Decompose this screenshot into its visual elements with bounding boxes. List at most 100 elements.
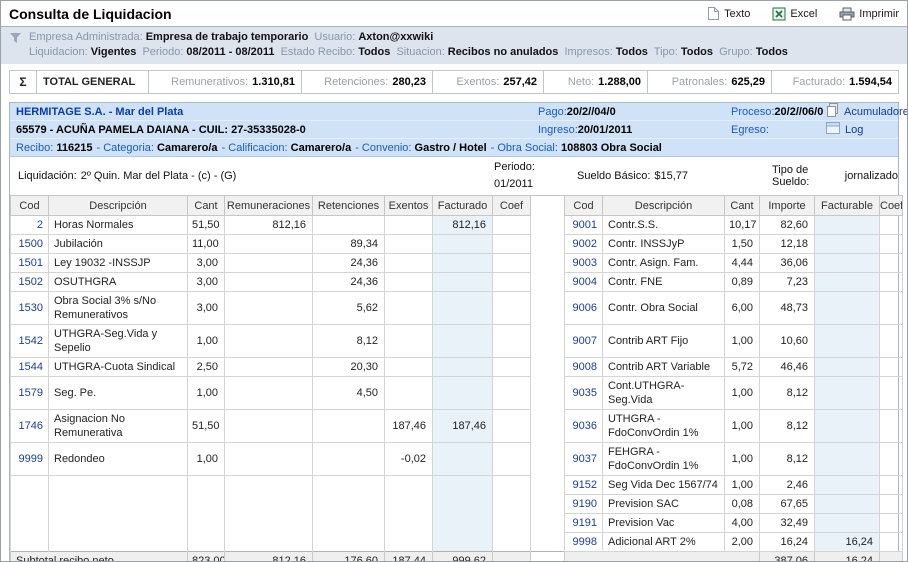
- table-row: 1542UTHGRA-Seg.Vida y Sepelio1,008,12900…: [11, 325, 903, 358]
- consulta-liquidacion-window: Consulta de Liquidacion Texto Excel Impr…: [0, 0, 908, 562]
- cell-desc: UTHGRA-Cuota Sindical: [49, 358, 188, 377]
- periodo-field: Periodo:01/2011: [494, 157, 535, 195]
- subtotal-remuneraciones: 812,16: [225, 552, 313, 562]
- cell-fact: [433, 292, 493, 325]
- filter-value: Empresa de trabajo temporario: [146, 31, 309, 43]
- cell-cant: 3,00: [188, 273, 225, 292]
- cell-desc: Ley 19032 -INSSJP: [49, 254, 188, 273]
- subtotal-exentos: 187,44: [385, 552, 433, 562]
- cell-fac: 16,24: [815, 533, 880, 552]
- cell-desc: Contrib ART Variable: [603, 358, 725, 377]
- cell-coef: [880, 358, 903, 377]
- cell-coef: [493, 476, 531, 495]
- cell-fac: [815, 476, 880, 495]
- cell-fac: [815, 254, 880, 273]
- pago-field: Pago:20/2//04/0: [538, 106, 731, 118]
- cell-fac: [815, 273, 880, 292]
- cell-cant: 11,00: [188, 235, 225, 254]
- table-row: 2Horas Normales51,50812,16812,169001Cont…: [11, 216, 903, 235]
- cell-desc: Seg. Pe.: [49, 377, 188, 410]
- cell-fac: [815, 325, 880, 358]
- col-header-retenciones: Retenciones: [313, 196, 385, 216]
- cell-imp: 32,49: [760, 514, 815, 533]
- sigma-icon: Σ: [10, 71, 37, 93]
- cell-remun: [225, 476, 313, 495]
- table-gap: [531, 533, 565, 552]
- table-row: 1746Asignacion No Remunerativa51,50187,4…: [11, 410, 903, 443]
- proceso-field: Proceso:20/2//06/0: [731, 106, 826, 118]
- cell-coef: [493, 410, 531, 443]
- cell-desc: FEHGRA - FdoConvOrdin 1%: [603, 443, 725, 476]
- cell-cant: [188, 533, 225, 552]
- cell-imp: 16,24: [760, 533, 815, 552]
- log-window-icon: [826, 122, 840, 137]
- cell-remun: [225, 325, 313, 358]
- cell-coef: [880, 443, 903, 476]
- total-exentos: Exentos:257,42: [433, 71, 544, 93]
- cell-reten: [313, 443, 385, 476]
- cell-cod: 1542: [11, 325, 49, 358]
- log-button[interactable]: Log: [826, 122, 863, 137]
- cell-cod: 9037: [565, 443, 603, 476]
- cell-cod: 9152: [565, 476, 603, 495]
- cell-coef: [493, 235, 531, 254]
- liquidation-name: Liquidación:2º Quin. Mar del Plata - (c)…: [18, 157, 236, 195]
- printer-icon: [839, 7, 855, 21]
- table-row: 9191Prevision Vac4,0032,49: [11, 514, 903, 533]
- cell-coef: [880, 495, 903, 514]
- filter-value: 08/2011 - 08/2011: [186, 46, 274, 58]
- cell-cant: 0,89: [725, 273, 760, 292]
- cell-coef: [493, 377, 531, 410]
- ingreso-field: Ingreso:20/01/2011: [538, 124, 731, 136]
- cell-remun: [225, 514, 313, 533]
- imprimir-button[interactable]: Imprimir: [839, 7, 899, 21]
- subtotal-retenciones: 176,60: [313, 552, 385, 562]
- cell-coef: [880, 410, 903, 443]
- cell-coef: [880, 514, 903, 533]
- cell-desc: Jubilación: [49, 235, 188, 254]
- cell-cod: 9036: [565, 410, 603, 443]
- filter-value: Todos: [616, 46, 648, 58]
- cell-imp: 48,73: [760, 292, 815, 325]
- total-retenciones: Retenciones:280,23: [302, 71, 433, 93]
- cell-fact: [433, 325, 493, 358]
- cell-coef: [493, 273, 531, 292]
- cell-fac: [815, 495, 880, 514]
- cell-cod: 1579: [11, 377, 49, 410]
- cell-cod: 9999: [11, 443, 49, 476]
- table-gap: [531, 325, 565, 358]
- log-label: Log: [845, 124, 863, 136]
- cell-coef: [880, 273, 903, 292]
- cell-imp: 10,60: [760, 325, 815, 358]
- table-gap: [531, 196, 565, 216]
- cell-fac: [815, 410, 880, 443]
- filter-value: Axton@xxwiki: [358, 31, 433, 43]
- imprimir-label: Imprimir: [859, 8, 899, 20]
- acumuladores-button[interactable]: Acumuladores: [826, 103, 908, 120]
- cell-exen: [385, 273, 433, 292]
- liquidation-info-row: Liquidación:2º Quin. Mar del Plata - (c)…: [10, 157, 898, 195]
- table-gap: [531, 514, 565, 533]
- cell-imp: 8,12: [760, 377, 815, 410]
- texto-button[interactable]: Texto: [707, 6, 750, 21]
- excel-button[interactable]: Excel: [772, 7, 817, 21]
- subtotal-importe: 387,06: [760, 552, 815, 562]
- cell-cant: 1,00: [188, 377, 225, 410]
- filter-icon[interactable]: [9, 30, 22, 60]
- filter-value: Recibos no anulados: [448, 46, 559, 58]
- recibo-field: Recibo: 116215: [16, 142, 92, 154]
- cell-desc: [49, 514, 188, 533]
- categoria-field: - Categoria: Camarero/a: [96, 142, 217, 154]
- cell-cant: 4,44: [725, 254, 760, 273]
- cell-cant: 10,17: [725, 216, 760, 235]
- table-gap: [531, 358, 565, 377]
- cell-fact: [433, 443, 493, 476]
- person-row: 65579 - ACUÑA PAMELA DAIANA - CUIL: 27-3…: [10, 121, 898, 139]
- cell-remun: [225, 533, 313, 552]
- title-bar: Consulta de Liquidacion Texto Excel Impr…: [1, 1, 907, 27]
- cell-imp: 36,06: [760, 254, 815, 273]
- cell-exen: [385, 254, 433, 273]
- cell-cod: [11, 533, 49, 552]
- texto-label: Texto: [724, 8, 750, 20]
- filter-label: Impresos:: [564, 46, 612, 58]
